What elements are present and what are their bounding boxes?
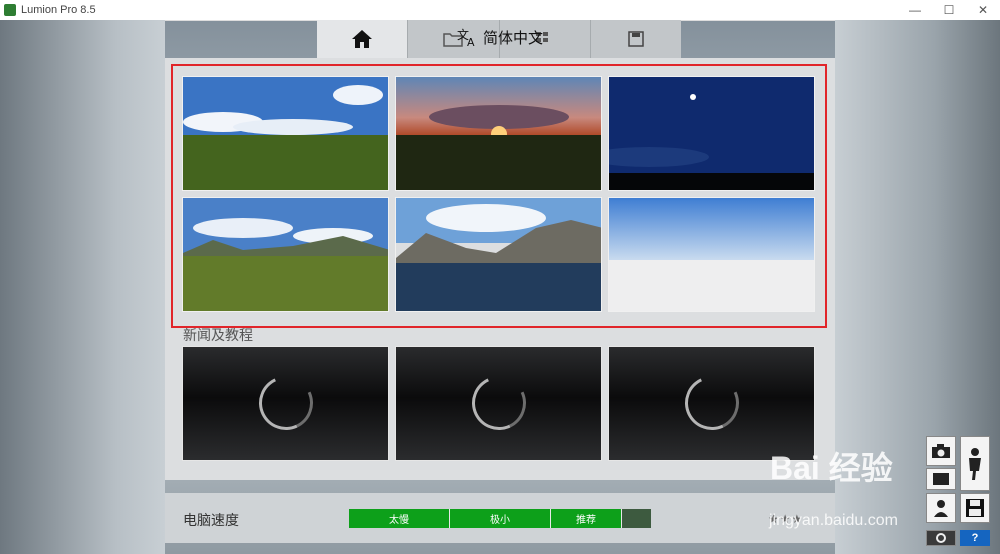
movie-button[interactable] — [926, 468, 956, 490]
loading-spinner-icon — [251, 368, 321, 438]
window-controls: — ☐ ✕ — [898, 0, 1000, 20]
scene-plain-white[interactable] — [608, 197, 815, 312]
camera-button[interactable] — [926, 436, 956, 466]
tab-save[interactable] — [591, 20, 681, 58]
scene-thumbnail — [609, 77, 814, 190]
scene-blue-sky-grass[interactable] — [182, 76, 389, 191]
scene-mountain-grass[interactable] — [182, 197, 389, 312]
maximize-button[interactable]: ☐ — [932, 0, 966, 20]
speed-segment-recommended: 推荐 — [551, 509, 622, 528]
scene-thumbnail — [396, 198, 601, 311]
gear-icon — [936, 533, 946, 543]
build-button[interactable] — [960, 436, 990, 491]
worker-icon — [969, 447, 981, 480]
news-label: 新闻及教程 — [183, 327, 253, 343]
scene-sunset-grass[interactable] — [395, 76, 602, 191]
help-icon: ? — [971, 532, 979, 544]
user-button[interactable] — [926, 493, 956, 523]
scene-night-sky[interactable] — [608, 76, 815, 191]
scene-thumbnail — [396, 77, 601, 190]
computer-speed-label: 电脑速度 — [183, 512, 239, 528]
svg-text:A: A — [467, 36, 475, 47]
window-title: Lumion Pro 8.5 — [21, 4, 96, 16]
film-icon — [933, 473, 949, 485]
speed-meter: 太慢 极小 推荐 — [349, 509, 651, 528]
loading-spinner-icon — [677, 368, 747, 438]
app-icon — [4, 4, 16, 16]
news-tile[interactable] — [395, 346, 602, 461]
camera-icon — [932, 444, 950, 458]
scene-thumbnail — [609, 198, 814, 311]
scene-thumbnail — [183, 198, 388, 311]
tab-home[interactable] — [317, 20, 409, 58]
baidu-watermark: Bai 经验 — [770, 450, 893, 486]
scene-thumbnail — [183, 77, 388, 190]
minimize-button[interactable]: — — [898, 0, 932, 20]
news-tile[interactable] — [182, 346, 389, 461]
close-button[interactable]: ✕ — [966, 0, 1000, 20]
save-scene-button[interactable] — [960, 493, 990, 523]
save-icon — [966, 499, 984, 517]
background-wall-left — [0, 20, 165, 554]
speed-segment-minimal: 极小 — [450, 509, 551, 528]
user-icon — [934, 500, 948, 517]
home-icon — [352, 30, 373, 48]
language-label: 简体中文 — [483, 29, 544, 47]
save-icon — [628, 31, 644, 47]
settings-button[interactable] — [926, 530, 956, 546]
scene-mountain-water[interactable] — [395, 197, 602, 312]
title-bar: Lumion Pro 8.5 — ☐ ✕ — [0, 0, 1000, 21]
translate-icon: 文 A — [457, 27, 475, 47]
baidu-watermark-url: jingyan.baidu.com — [769, 512, 898, 529]
help-button[interactable]: ? — [960, 530, 990, 546]
loading-spinner-icon — [464, 368, 534, 438]
language-selector[interactable]: 文 A 简体中文 — [451, 22, 551, 52]
speed-segment-slow: 太慢 — [349, 509, 450, 528]
